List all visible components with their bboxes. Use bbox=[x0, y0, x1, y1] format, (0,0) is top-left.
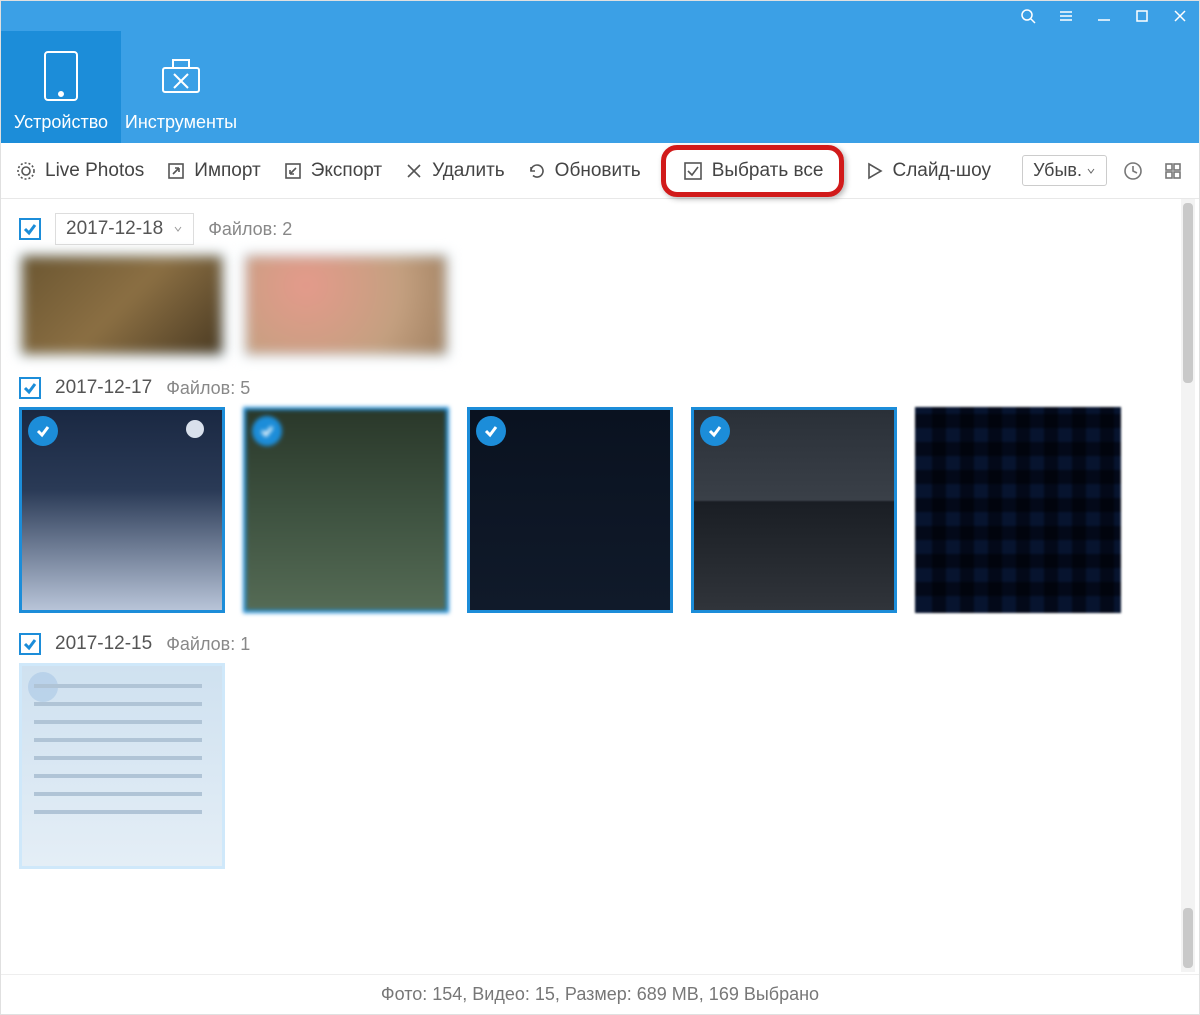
sort-time-button[interactable] bbox=[1119, 157, 1147, 185]
photo-thumb[interactable] bbox=[19, 663, 225, 869]
date-group: 2017-12-18 Файлов: 2 bbox=[19, 213, 1181, 357]
group-checkbox[interactable] bbox=[19, 377, 41, 399]
slideshow-label: Слайд-шоу bbox=[892, 160, 991, 182]
select-all-label: Выбрать все bbox=[712, 160, 824, 182]
status-text: Фото: 154, Видео: 15, Размер: 689 MB, 16… bbox=[381, 984, 819, 1005]
photo-thumb[interactable] bbox=[243, 253, 449, 357]
export-label: Экспорт bbox=[311, 160, 382, 182]
live-photos-button[interactable]: Live Photos bbox=[13, 156, 146, 186]
live-photos-icon bbox=[15, 160, 37, 182]
live-photos-label: Live Photos bbox=[45, 160, 144, 182]
sort-label: Убыв. bbox=[1033, 160, 1082, 181]
group-header: 2017-12-18 Файлов: 2 bbox=[19, 213, 1181, 245]
group-header: 2017-12-17 Файлов: 5 bbox=[19, 377, 1181, 399]
photo-thumb[interactable] bbox=[243, 407, 449, 613]
slideshow-button[interactable]: Слайд-шоу bbox=[862, 156, 993, 186]
date-group: 2017-12-17 Файлов: 5 bbox=[19, 377, 1181, 613]
checkbox-icon bbox=[682, 160, 704, 182]
view-grid-button[interactable] bbox=[1159, 157, 1187, 185]
close-icon[interactable] bbox=[1169, 5, 1191, 27]
group-checkbox[interactable] bbox=[19, 218, 41, 240]
group-date: 2017-12-15 bbox=[55, 633, 152, 655]
group-checkbox[interactable] bbox=[19, 633, 41, 655]
refresh-button[interactable]: Обновить bbox=[525, 156, 643, 186]
clock-icon bbox=[1122, 160, 1144, 182]
refresh-label: Обновить bbox=[555, 160, 641, 182]
export-button[interactable]: Экспорт bbox=[281, 156, 384, 186]
play-icon bbox=[864, 161, 884, 181]
selected-badge-icon bbox=[28, 672, 58, 702]
search-icon[interactable] bbox=[1017, 5, 1039, 27]
photo-thumb[interactable] bbox=[19, 407, 225, 613]
select-all-button[interactable]: Выбрать все bbox=[661, 145, 845, 197]
delete-icon bbox=[404, 161, 424, 181]
date-dropdown[interactable]: 2017-12-18 bbox=[55, 213, 194, 245]
scrollbar[interactable] bbox=[1181, 199, 1195, 972]
selected-badge-icon bbox=[700, 416, 730, 446]
group-date: 2017-12-17 bbox=[55, 377, 152, 399]
delete-button[interactable]: Удалить bbox=[402, 156, 507, 186]
toolbar: Live Photos Импорт Экспорт Удалить Обнов… bbox=[1, 143, 1199, 199]
titlebar bbox=[1, 1, 1199, 31]
refresh-icon bbox=[527, 161, 547, 181]
menu-icon[interactable] bbox=[1055, 5, 1077, 27]
group-file-count: Файлов: 1 bbox=[166, 634, 250, 655]
selected-badge-icon bbox=[28, 416, 58, 446]
photo-thumb[interactable] bbox=[691, 407, 897, 613]
photo-thumb[interactable] bbox=[19, 253, 225, 357]
photo-thumb[interactable] bbox=[915, 407, 1121, 613]
photo-grid: 2017-12-18 Файлов: 2 2017-12-17 Файлов: … bbox=[1, 199, 1199, 974]
scrollbar-thumb[interactable] bbox=[1183, 203, 1193, 383]
selected-badge-icon bbox=[252, 416, 282, 446]
toolbox-icon bbox=[157, 46, 205, 106]
import-button[interactable]: Импорт bbox=[164, 156, 262, 186]
tab-device-label: Устройство bbox=[14, 112, 108, 133]
chevron-down-icon bbox=[173, 224, 183, 234]
import-label: Импорт bbox=[194, 160, 260, 182]
group-date: 2017-12-18 bbox=[66, 218, 163, 240]
group-file-count: Файлов: 5 bbox=[166, 378, 250, 399]
tab-tools-label: Инструменты bbox=[125, 112, 237, 133]
import-icon bbox=[166, 161, 186, 181]
scrollbar-thumb[interactable] bbox=[1183, 908, 1193, 968]
group-file-count: Файлов: 2 bbox=[208, 219, 292, 240]
minimize-icon[interactable] bbox=[1093, 5, 1115, 27]
selected-badge-icon bbox=[476, 416, 506, 446]
grid-icon bbox=[1163, 161, 1183, 181]
export-icon bbox=[283, 161, 303, 181]
status-bar: Фото: 154, Видео: 15, Размер: 689 MB, 16… bbox=[1, 974, 1199, 1014]
tablet-icon bbox=[39, 46, 83, 106]
photo-thumb[interactable] bbox=[467, 407, 673, 613]
chevron-down-icon bbox=[1086, 166, 1096, 176]
toolbar-right: Убыв. bbox=[1022, 155, 1187, 186]
maximize-icon[interactable] bbox=[1131, 5, 1153, 27]
group-header: 2017-12-15 Файлов: 1 bbox=[19, 633, 1181, 655]
delete-label: Удалить bbox=[432, 160, 505, 182]
sort-button[interactable]: Убыв. bbox=[1022, 155, 1107, 186]
date-group: 2017-12-15 Файлов: 1 bbox=[19, 633, 1181, 869]
